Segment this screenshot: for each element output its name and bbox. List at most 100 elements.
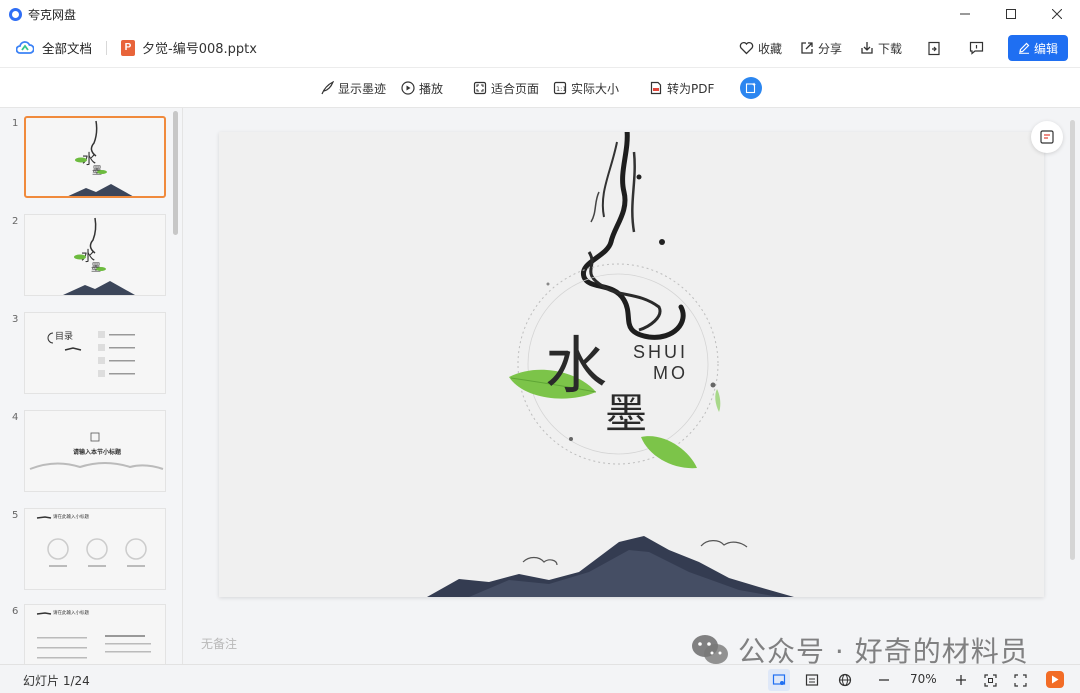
play-circle-icon: [401, 81, 415, 95]
thumbnail-art: [36, 516, 147, 567]
all-documents-link[interactable]: 全部文档: [16, 38, 92, 57]
comment-button[interactable]: [966, 38, 986, 58]
thumbnail-art: [36, 612, 151, 659]
thumbnail-item[interactable]: 4 请输入本节小标题: [0, 410, 182, 496]
ink-plume: [581, 132, 686, 340]
slideshow-play-button[interactable]: [1046, 671, 1064, 688]
favorite-label: 收藏: [757, 41, 782, 56]
fullscreen-icon: [1013, 673, 1027, 687]
slide-artwork: [427, 132, 794, 597]
viewer-toolbar: 显示墨迹 播放 适合页面 1:1 实际大小 转为PDF: [0, 68, 1080, 108]
thumbnail-heading: 请在此输入小标题: [53, 515, 89, 520]
convert-pdf-button[interactable]: 转为PDF: [649, 68, 714, 108]
zoom-out-button[interactable]: [873, 669, 895, 691]
edit-button[interactable]: 编辑: [1008, 35, 1068, 61]
all-documents-label: 全部文档: [42, 41, 93, 56]
zoom-level[interactable]: 70%: [910, 672, 937, 686]
app-name: 夸克网盘: [28, 7, 77, 22]
breadcrumb-divider: [106, 40, 108, 55]
wechat-icon: [692, 635, 728, 664]
app-window: 夸克网盘 全部文档 P 夕觉-编号008.pptx 收藏 分享 下载 编辑 显示…: [0, 0, 1080, 693]
pptx-file-icon: P: [121, 39, 136, 56]
play-icon: [1052, 675, 1059, 684]
open-in-app-button[interactable]: [924, 38, 944, 58]
thumbnail-art: [47, 331, 135, 377]
minimize-button[interactable]: [942, 0, 988, 28]
thumbnail-item[interactable]: 5 请在此输入小标题: [0, 508, 182, 594]
thumbnail-number: 1: [12, 118, 19, 129]
file-title: P 夕觉-编号008.pptx: [121, 38, 257, 57]
thumbnail-item[interactable]: 3 目录: [0, 312, 182, 398]
favorite-button[interactable]: 收藏: [739, 40, 782, 57]
normal-view-button[interactable]: [768, 669, 790, 691]
thumbnail-slide-3[interactable]: 目录: [24, 312, 166, 394]
zoom-in-button[interactable]: [950, 669, 972, 691]
thumbnail-number: 5: [12, 510, 19, 521]
thumbnail-slide-2[interactable]: 水 墨: [24, 214, 166, 296]
app-logo-icon: [9, 7, 22, 21]
slide-subtitle-line-2: MO: [653, 363, 688, 383]
slide-subtitle-line-1: SHUI: [633, 342, 689, 362]
actual-size-label: 实际大小: [571, 81, 620, 96]
pencil-icon: [1018, 42, 1030, 54]
annotation-button[interactable]: [1031, 121, 1063, 153]
pdf-icon: [650, 81, 662, 95]
svg-text:1:1: 1:1: [556, 85, 566, 93]
fullscreen-button[interactable]: [1009, 669, 1031, 691]
cloud-icon: [16, 40, 34, 54]
thumbnail-heading: 目录: [55, 332, 74, 342]
notes-view-button[interactable]: [801, 669, 823, 691]
minus-icon: [879, 679, 889, 681]
share-label: 分享: [817, 41, 842, 56]
actual-size-icon: 1:1: [553, 81, 566, 95]
download-button[interactable]: 下载: [860, 40, 902, 57]
ai-sparkle-icon: [745, 82, 756, 94]
fit-page-button[interactable]: 适合页面: [473, 68, 539, 108]
quill-icon: [321, 81, 334, 95]
title-bar: 夸克网盘: [0, 0, 1080, 28]
web-view-button[interactable]: [834, 669, 856, 691]
thumbnail-slide-4[interactable]: 请输入本节小标题: [24, 410, 166, 492]
main-scrollbar[interactable]: [1070, 120, 1075, 560]
download-icon: [861, 42, 873, 54]
thumbnail-item[interactable]: 6 请在此输入小标题: [0, 604, 182, 664]
fit-page-icon: [473, 81, 487, 95]
slide-thumbnail-panel: 1 水 墨 2 水 墨 3 目录 4 请输入本节小标题 5 请在此输入小标题 6…: [0, 108, 183, 664]
leaf-right: [641, 436, 697, 469]
edit-label: 编辑: [1033, 41, 1058, 56]
slide-canvas: 水 墨 SHUI MO: [219, 132, 1044, 597]
notes-icon: [805, 674, 819, 686]
close-button[interactable]: [1034, 0, 1080, 28]
ai-assistant-button[interactable]: [740, 77, 762, 99]
actual-size-button[interactable]: 1:1 实际大小: [553, 68, 619, 108]
fit-window-button[interactable]: [979, 669, 1001, 691]
comment-icon: [969, 41, 983, 55]
window-controls: [942, 0, 1080, 28]
thumbnail-item[interactable]: 2 水 墨: [0, 214, 182, 300]
show-ink-button[interactable]: 显示墨迹: [320, 68, 386, 108]
play-button[interactable]: 播放: [401, 68, 443, 108]
thumbnail-heading: 请输入本节小标题: [73, 449, 122, 456]
play-label: 播放: [419, 81, 444, 96]
thumbnail-number: 3: [12, 314, 19, 325]
thumbnail-item[interactable]: 1 水 墨: [0, 116, 182, 202]
show-ink-label: 显示墨迹: [338, 81, 387, 96]
slide-title-char-2: 墨: [605, 389, 648, 438]
thumbnail-slide-5[interactable]: 请在此输入小标题: [24, 508, 166, 590]
share-icon: [801, 42, 813, 54]
fit-screen-icon: [983, 673, 997, 687]
thumbnail-slide-1[interactable]: 水 墨: [24, 116, 166, 198]
maximize-button[interactable]: [988, 0, 1034, 28]
notes-placeholder[interactable]: 无备注: [201, 635, 237, 652]
heart-icon: [739, 41, 754, 55]
file-name: 夕觉-编号008.pptx: [142, 42, 257, 57]
download-label: 下载: [877, 41, 902, 56]
thumbnail-slide-6[interactable]: 请在此输入小标题: [24, 604, 166, 664]
sidebar-scrollbar[interactable]: [173, 111, 178, 235]
thumbnail-heading: 请在此输入小标题: [53, 611, 89, 616]
status-bar: 幻灯片 1/24 70%: [0, 664, 1080, 693]
globe-icon: [838, 673, 852, 687]
slide-view-icon: [772, 674, 786, 685]
share-button[interactable]: 分享: [800, 40, 842, 57]
thumbnail-number: 2: [12, 216, 19, 227]
